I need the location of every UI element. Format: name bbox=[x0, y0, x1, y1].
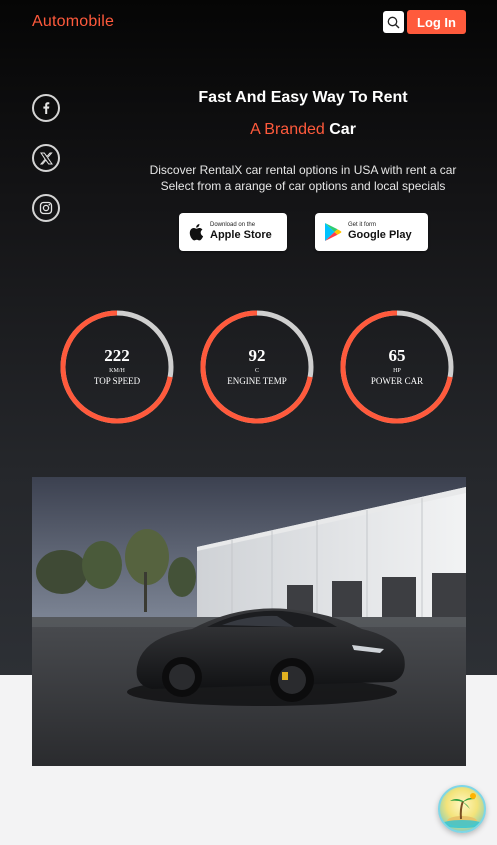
x-twitter-icon bbox=[39, 152, 53, 164]
car-photo bbox=[32, 477, 466, 766]
gauge-engine-temp: 92 C ENGINE TEMP bbox=[197, 307, 317, 427]
gauge-value: 65 bbox=[388, 346, 406, 365]
gauge-value: 222 bbox=[104, 346, 130, 365]
gauge-top-speed: 222 KM/H TOP SPEED bbox=[57, 307, 177, 427]
hero-subtitle: A Branded Car bbox=[140, 121, 466, 139]
instagram-link[interactable] bbox=[32, 194, 60, 222]
apple-store-button[interactable]: Download on the Apple Store bbox=[179, 213, 287, 251]
brand-logo[interactable]: Automobile bbox=[32, 13, 114, 31]
gauge-label: TOP SPEED bbox=[93, 376, 141, 386]
google-play-icon bbox=[325, 223, 342, 241]
chat-widget-button[interactable] bbox=[438, 785, 486, 833]
apple-store-label: Apple Store bbox=[210, 229, 272, 241]
hero-description: Discover RentalX car rental options in U… bbox=[136, 162, 470, 194]
car-photo-illustration bbox=[32, 477, 466, 766]
gauge-unit: KM/H bbox=[109, 368, 125, 374]
search-icon bbox=[387, 16, 400, 28]
island-icon bbox=[442, 793, 482, 828]
gauge-value: 92 bbox=[248, 346, 266, 365]
google-play-small-text: Get it form bbox=[348, 222, 377, 228]
facebook-icon bbox=[43, 102, 50, 114]
apple-store-small-text: Download on the bbox=[210, 222, 256, 228]
hero-description-line1: Discover RentalX car rental options in U… bbox=[149, 163, 457, 177]
search-button[interactable] bbox=[383, 11, 404, 33]
gauge-power-car: 65 HP POWER CAR bbox=[337, 307, 457, 427]
gauge-label: ENGINE TEMP bbox=[227, 376, 287, 386]
gauge-unit: HP bbox=[393, 368, 401, 374]
hero-subtitle-rest: Car bbox=[329, 121, 356, 138]
x-twitter-link[interactable] bbox=[32, 144, 60, 172]
apple-icon bbox=[189, 224, 204, 241]
hero-title: Fast And Easy Way To Rent bbox=[198, 89, 408, 106]
facebook-link[interactable] bbox=[32, 94, 60, 122]
hero-subtitle-accent: A Branded bbox=[250, 121, 325, 138]
login-button[interactable]: Log In bbox=[407, 10, 466, 34]
google-play-label: Google Play bbox=[348, 229, 412, 241]
instagram-icon bbox=[39, 201, 53, 215]
google-play-button[interactable]: Get it form Google Play bbox=[315, 213, 428, 251]
gauge-unit: C bbox=[254, 368, 259, 374]
gauge-label: POWER CAR bbox=[370, 376, 424, 386]
hero-description-line2: Select from a arange of car options and … bbox=[160, 179, 446, 193]
